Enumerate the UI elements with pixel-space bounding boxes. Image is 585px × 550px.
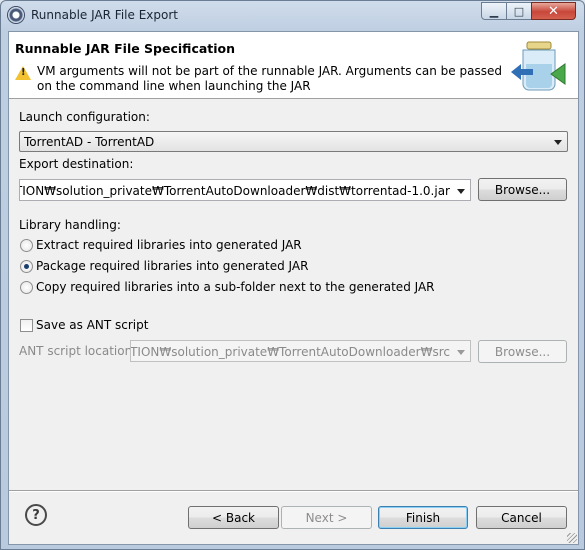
page-title: Runnable JAR File Specification <box>15 41 236 56</box>
save-as-ant-label[interactable]: Save as ANT script <box>36 318 148 332</box>
export-destination-label: Export destination: <box>19 157 134 171</box>
footer-separator <box>9 490 578 492</box>
chevron-down-icon <box>457 350 465 355</box>
dialog-client-area: Runnable JAR File Specification VM argum… <box>8 31 579 545</box>
next-button[interactable]: Next > <box>281 506 372 529</box>
radio-package-libraries[interactable] <box>20 260 33 273</box>
resize-grip[interactable] <box>567 533 577 543</box>
export-destination-value: ER_SOLUTION₩solution_private₩TorrentAuto… <box>20 184 450 198</box>
radio-extract-libraries-label[interactable]: Extract required libraries into generate… <box>36 238 302 252</box>
wizard-header: Runnable JAR File Specification VM argum… <box>9 32 578 99</box>
warning-icon <box>15 66 31 80</box>
jar-export-icon <box>511 41 566 91</box>
eclipse-app-icon <box>8 7 24 23</box>
warning-message: VM arguments will not be part of the run… <box>37 64 502 93</box>
save-as-ant-checkbox[interactable] <box>20 319 33 332</box>
launch-configuration-label: Launch configuration: <box>19 110 150 124</box>
back-button[interactable]: < Back <box>188 506 279 529</box>
launch-configuration-select[interactable]: TorrentAD - TorrentAD <box>19 131 568 152</box>
radio-copy-libraries[interactable] <box>20 281 33 294</box>
minimize-button[interactable]: ▁ <box>481 2 507 20</box>
ant-location-label: ANT script location: <box>19 344 137 358</box>
export-destination-input[interactable]: ER_SOLUTION₩solution_private₩TorrentAuto… <box>19 179 471 201</box>
title-bar[interactable]: Runnable JAR File Export ▁ □ ✕ <box>1 1 584 31</box>
window-title: Runnable JAR File Export <box>31 8 178 22</box>
export-browse-button[interactable]: Browse... <box>478 178 567 201</box>
ant-location-value: _SOLUTION₩solution_private₩TorrentAutoDo… <box>130 345 450 359</box>
launch-configuration-value: TorrentAD - TorrentAD <box>24 135 155 149</box>
ant-browse-button[interactable]: Browse... <box>478 340 567 363</box>
cancel-button[interactable]: Cancel <box>476 506 567 529</box>
maximize-button[interactable]: □ <box>506 2 532 20</box>
radio-extract-libraries[interactable] <box>20 239 33 252</box>
dialog-window: Runnable JAR File Export ▁ □ ✕ Runnable … <box>0 0 585 550</box>
help-icon[interactable]: ? <box>25 504 47 526</box>
library-handling-label: Library handling: <box>19 218 121 232</box>
chevron-down-icon <box>554 140 562 145</box>
chevron-down-icon <box>457 189 465 194</box>
close-button[interactable]: ✕ <box>531 2 576 20</box>
finish-button[interactable]: Finish <box>378 506 468 529</box>
radio-copy-libraries-label[interactable]: Copy required libraries into a sub-folde… <box>36 280 435 294</box>
ant-location-input[interactable]: _SOLUTION₩solution_private₩TorrentAutoDo… <box>130 340 471 362</box>
radio-package-libraries-label[interactable]: Package required libraries into generate… <box>36 259 308 273</box>
